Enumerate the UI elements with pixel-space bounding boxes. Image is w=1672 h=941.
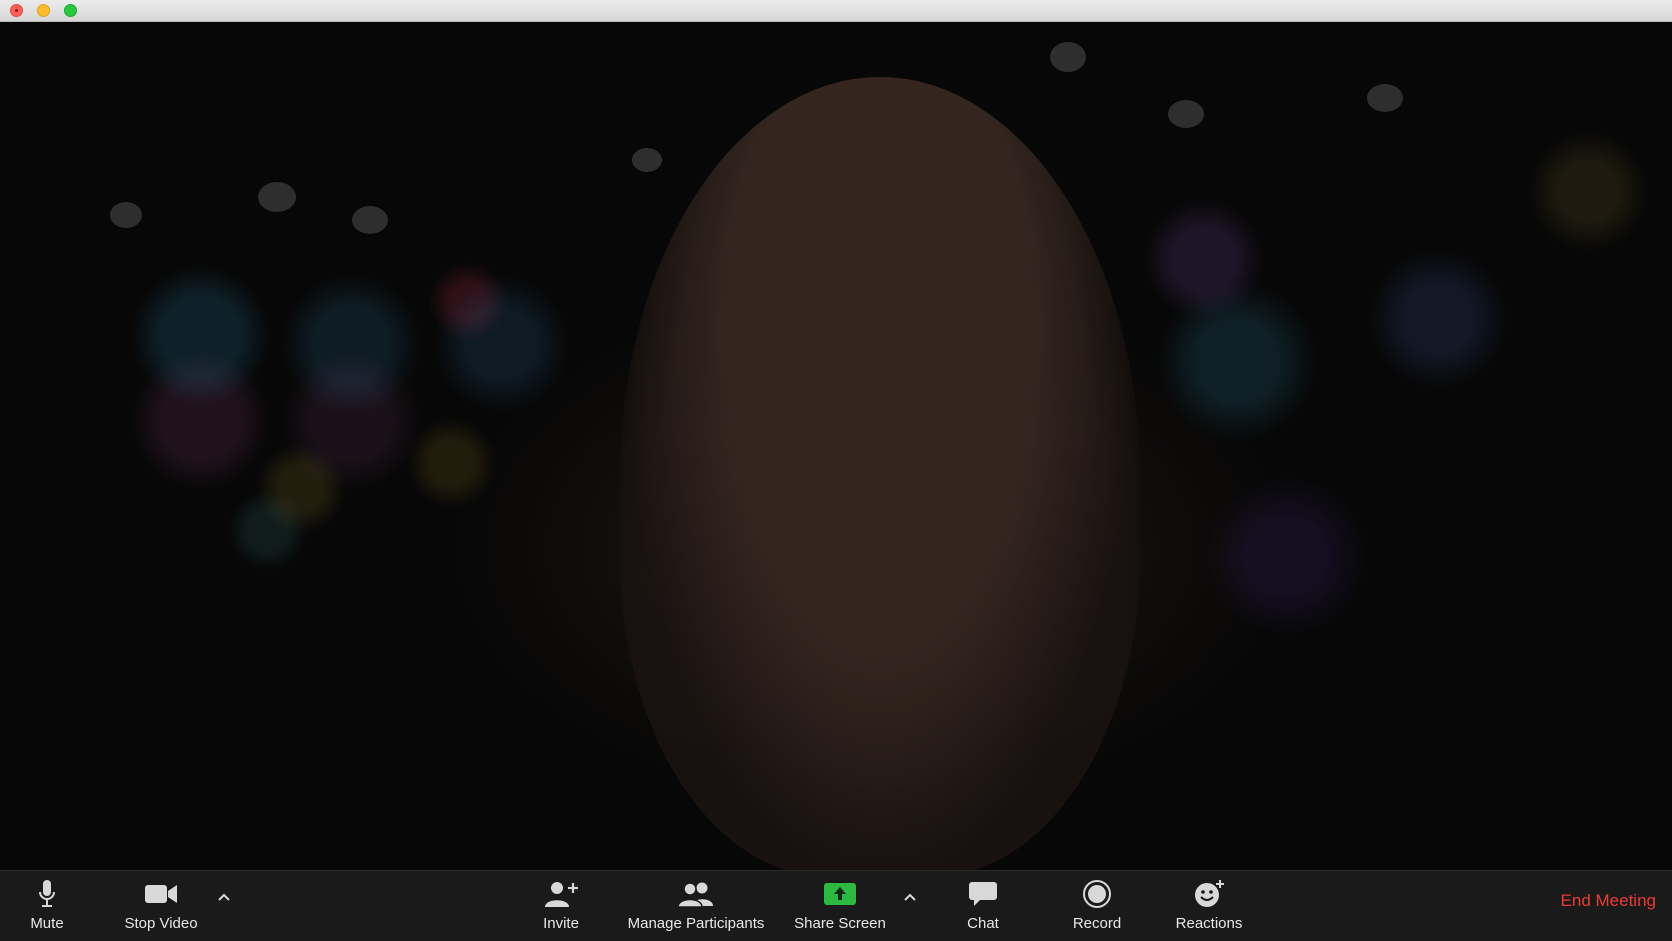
background-bokeh: [1367, 84, 1403, 112]
end-meeting-button[interactable]: End Meeting: [1561, 891, 1656, 911]
background-bokeh: [632, 148, 662, 172]
invite-label: Invite: [543, 915, 579, 932]
background-bokeh: [110, 202, 142, 228]
stop-video-button[interactable]: Stop Video: [116, 877, 206, 937]
share-options-caret[interactable]: [900, 887, 920, 907]
background-bokeh: [258, 182, 296, 212]
participant-silhouette: [620, 77, 1140, 870]
record-button[interactable]: Record: [1066, 877, 1128, 937]
participant-video: [0, 22, 1672, 870]
add-person-icon: [544, 877, 578, 911]
chat-label: Chat: [967, 915, 999, 932]
background-bokeh: [1050, 42, 1086, 72]
window-titlebar: [0, 0, 1672, 22]
window-minimize-button[interactable]: [37, 4, 50, 17]
microphone-icon: [37, 877, 57, 911]
participants-icon: [678, 877, 714, 911]
manage-participants-button[interactable]: Manage Participants: [622, 877, 770, 937]
video-options-caret[interactable]: [214, 887, 234, 907]
video-camera-icon: [144, 877, 178, 911]
window-maximize-button[interactable]: [64, 4, 77, 17]
stop-video-label: Stop Video: [124, 915, 198, 932]
smiley-add-icon: [1193, 877, 1225, 911]
share-screen-label: Share Screen: [794, 915, 886, 932]
record-label: Record: [1072, 915, 1122, 932]
record-icon: [1082, 877, 1112, 911]
manage-participants-label: Manage Participants: [627, 915, 765, 932]
background-bokeh: [1168, 100, 1204, 128]
mute-label: Mute: [30, 915, 64, 932]
reactions-button[interactable]: Reactions: [1170, 877, 1248, 937]
reactions-label: Reactions: [1175, 915, 1243, 932]
meeting-toolbar: Mute Stop Video Invite Manage Participan…: [0, 870, 1672, 941]
window-close-button[interactable]: [10, 4, 23, 17]
chat-button[interactable]: Chat: [956, 877, 1010, 937]
background-bokeh: [352, 206, 388, 234]
share-screen-button[interactable]: Share Screen: [790, 877, 890, 937]
share-screen-icon: [823, 877, 857, 911]
chevron-up-icon: [904, 893, 916, 901]
invite-button[interactable]: Invite: [536, 877, 586, 937]
chat-bubble-icon: [968, 877, 998, 911]
chevron-up-icon: [218, 893, 230, 901]
mute-button[interactable]: Mute: [22, 877, 72, 937]
